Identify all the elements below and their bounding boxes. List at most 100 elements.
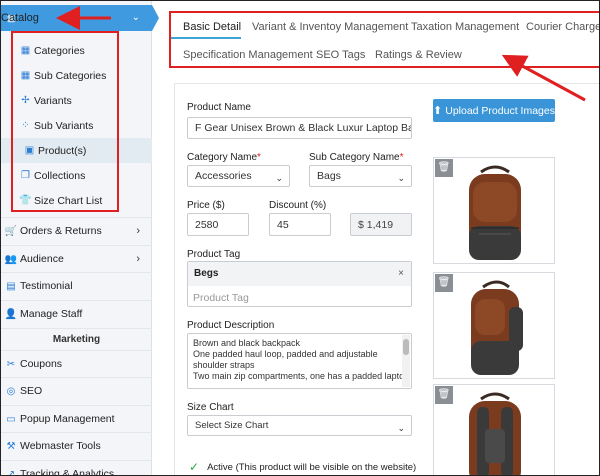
scrollbar-thumb[interactable] — [403, 339, 409, 355]
users-icon: 👥 — [4, 253, 18, 265]
category-select[interactable]: Accessories ⌄ — [187, 165, 290, 187]
scrollbar[interactable] — [402, 335, 410, 387]
screenshot-frame: ▦ Catalog ⌄ ▦ Categories ▦ Sub Categorie… — [0, 0, 600, 476]
sidebar-item-label: Orders & Returns — [20, 225, 102, 237]
sidebar-item-label: Coupons — [20, 358, 63, 370]
sidebar-item-coupons[interactable]: ✂ Coupons — [1, 350, 152, 377]
upload-product-images-button[interactable]: ⬆ Upload Product Images — [433, 99, 555, 122]
final-price-value: $ 1,419 — [358, 218, 394, 231]
category-label-text: Category Name — [187, 152, 258, 163]
category-name-label: Category Name* — [187, 152, 261, 163]
coupon-icon: ✂ — [6, 358, 16, 370]
product-tag-box[interactable]: Begs × Product Tag — [187, 261, 412, 307]
tab-specification[interactable]: Specification Management — [183, 49, 313, 61]
product-description-textarea[interactable]: Brown and black backpack One padded haul… — [187, 333, 412, 389]
subcategory-label-text: Sub Category Name — [309, 152, 400, 163]
description-line — [188, 382, 411, 388]
sidebar-item-label: Tracking & Analytics — [20, 468, 115, 476]
tools-icon: ⚒ — [6, 440, 16, 452]
tab-ratings-review[interactable]: Ratings & Review — [375, 49, 462, 61]
cart-icon: 🛒 — [4, 225, 18, 237]
product-tag-input[interactable]: Product Tag — [193, 292, 249, 304]
product-name-value: F Gear Unisex Brown & Black Luxur Laptop… — [195, 122, 411, 134]
description-line: Two main zip compartments, one has a pad… — [193, 371, 410, 381]
staff-icon: 👤 — [4, 308, 18, 320]
sidebar-item-label: Catalog — [1, 12, 39, 24]
chevron-down-icon[interactable]: ⌄ — [132, 12, 140, 23]
sidebar-item-seo[interactable]: ◎ SEO — [1, 377, 152, 404]
product-name-label: Product Name — [187, 102, 251, 113]
description-line: shoulder straps — [193, 360, 255, 370]
tab-taxation[interactable]: Taxation Management — [411, 21, 519, 33]
tab-variant-inventory[interactable]: Variant & Inventoy Management — [252, 21, 408, 33]
price-input[interactable]: 2580 — [187, 213, 249, 236]
discount-input[interactable]: 45 — [269, 213, 331, 236]
subcategory-select[interactable]: Bags ⌄ — [309, 165, 412, 187]
category-value: Accessories — [195, 170, 252, 182]
backpack-image-front — [469, 165, 521, 260]
product-name-input[interactable]: F Gear Unisex Brown & Black Luxur Laptop… — [187, 117, 412, 139]
analytics-icon: ↗ — [6, 468, 16, 476]
sidebar-item-label: Manage Staff — [20, 308, 83, 320]
active-tab-indicator — [171, 37, 241, 39]
product-tag-label: Product Tag — [187, 249, 241, 260]
sidebar-item-manage-staff[interactable]: 👤 Manage Staff — [1, 300, 152, 327]
required-mark: * — [257, 152, 261, 163]
chevron-down-icon: ⌄ — [397, 423, 405, 433]
trash-icon[interactable]: 🗑 — [435, 274, 453, 292]
price-label: Price ($) — [187, 200, 225, 211]
sidebar-item-popup-management[interactable]: ▭ Popup Management — [1, 405, 152, 432]
chevron-right-icon[interactable]: › — [136, 225, 140, 237]
sidebar-item-label: SEO — [20, 385, 43, 397]
size-chart-label: Size Chart — [187, 402, 234, 413]
product-image-card: 🗑 — [433, 384, 555, 475]
sidebar-item-testimonial[interactable]: ▤ Testimonial — [1, 272, 152, 299]
trash-icon[interactable]: 🗑 — [435, 159, 453, 177]
close-icon[interactable]: × — [398, 262, 404, 286]
backpack-image-side — [471, 280, 523, 375]
upload-icon: ⬆ — [433, 105, 443, 117]
subcategory-value: Bags — [317, 170, 341, 182]
popup-icon: ▭ — [6, 413, 16, 425]
final-price-field: $ 1,419 — [350, 213, 412, 236]
tag-chip: Begs × — [188, 262, 411, 286]
sidebar-item-tracking-analytics[interactable]: ↗ Tracking & Analytics — [1, 460, 152, 476]
subcategory-name-label: Sub Category Name* — [309, 152, 404, 163]
sidebar-item-audience[interactable]: 👥 Audience › — [1, 245, 152, 272]
sidebar-item-webmaster-tools[interactable]: ⚒ Webmaster Tools — [1, 432, 152, 459]
size-chart-select[interactable]: Select Size Chart ⌄ — [187, 415, 412, 436]
sidebar-item-label: Testimonial — [20, 280, 73, 292]
required-mark: * — [399, 152, 404, 163]
chevron-right-icon[interactable]: › — [136, 253, 140, 265]
description-line: One padded haul loop, padded and adjusta… — [193, 349, 378, 359]
sidebar-section-marketing: Marketing — [1, 328, 152, 350]
upload-button-label: Upload Product Images — [445, 104, 555, 117]
tab-seo-tags[interactable]: SEO Tags — [316, 49, 365, 61]
checkmark-icon[interactable]: ✓ — [189, 460, 199, 474]
annotation-box-catalog-menu — [11, 31, 119, 212]
seo-icon: ◎ — [6, 385, 16, 397]
active-checkbox-row[interactable]: ✓ Active (This product will be visible o… — [189, 460, 416, 474]
chevron-down-icon: ⌄ — [397, 173, 405, 183]
tab-basic-detail[interactable]: Basic Detail — [183, 21, 241, 33]
product-image-card: 🗑 — [433, 272, 555, 379]
active-pointer — [152, 5, 159, 31]
chevron-down-icon: ⌄ — [275, 173, 283, 183]
product-image-card: 🗑 — [433, 157, 555, 264]
product-description-label: Product Description — [187, 320, 275, 331]
discount-label: Discount (%) — [269, 200, 327, 211]
tag-chip-label: Begs — [194, 268, 219, 279]
sidebar-item-orders-returns[interactable]: 🛒 Orders & Returns › — [1, 217, 152, 244]
sidebar-item-label: Audience — [20, 253, 64, 265]
active-label: Active (This product will be visible on … — [207, 461, 417, 473]
description-line: Brown and black backpack — [193, 338, 301, 348]
tab-courier-charges[interactable]: Courier Charges — [526, 21, 599, 33]
discount-value: 45 — [277, 218, 289, 231]
size-chart-value: Select Size Chart — [195, 420, 269, 431]
sidebar-item-label: Webmaster Tools — [20, 440, 101, 452]
trash-icon[interactable]: 🗑 — [435, 386, 453, 404]
sidebar-item-catalog[interactable]: ▦ Catalog ⌄ — [1, 5, 152, 31]
backpack-image-back — [469, 392, 521, 475]
price-value: 2580 — [195, 218, 219, 231]
sidebar-item-label: Popup Management — [20, 413, 115, 425]
